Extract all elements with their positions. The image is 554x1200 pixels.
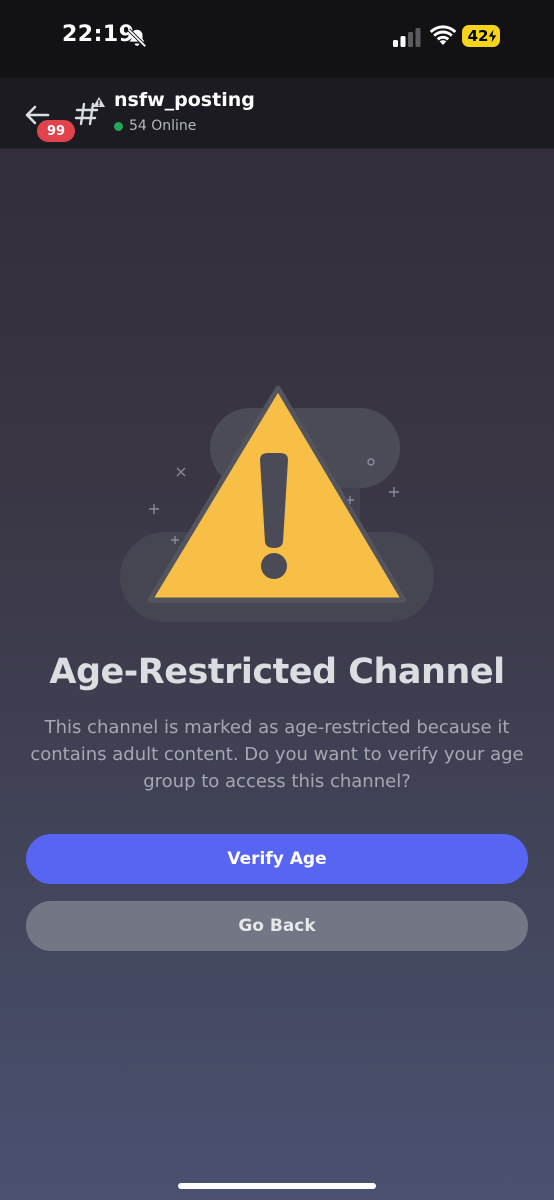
unread-badge: 99 <box>34 117 78 145</box>
warning-illustration <box>120 385 434 622</box>
battery-level: 42 <box>467 27 489 45</box>
page-title: Age-Restricted Channel <box>49 652 505 692</box>
cellular-signal-icon <box>393 28 421 47</box>
wifi-icon <box>430 25 456 45</box>
description-text: This channel is marked as age-restricted… <box>30 717 524 792</box>
go-back-button[interactable]: Go Back <box>26 901 528 951</box>
channel-name[interactable]: nsfw_posting <box>114 89 255 111</box>
home-indicator[interactable] <box>178 1183 376 1189</box>
bell-slash-icon <box>127 28 147 48</box>
nsfw-channel-hash-icon <box>74 97 105 126</box>
online-count: 54 Online <box>129 118 197 134</box>
battery-indicator: 42 <box>462 25 500 47</box>
battery-charging-icon <box>487 28 498 44</box>
online-dot-icon <box>114 121 123 131</box>
verify-age-button[interactable]: Verify Age <box>26 834 528 884</box>
channel-header: 99 nsfw_posting 54 Online <box>0 78 554 149</box>
screen: 22:19 42 99 nsfw_posting 54 Online Age-R… <box>0 0 554 1200</box>
status-bar: 22:19 42 <box>0 0 554 78</box>
status-time: 22:19 <box>62 22 135 47</box>
online-status: 54 Online <box>114 118 196 134</box>
